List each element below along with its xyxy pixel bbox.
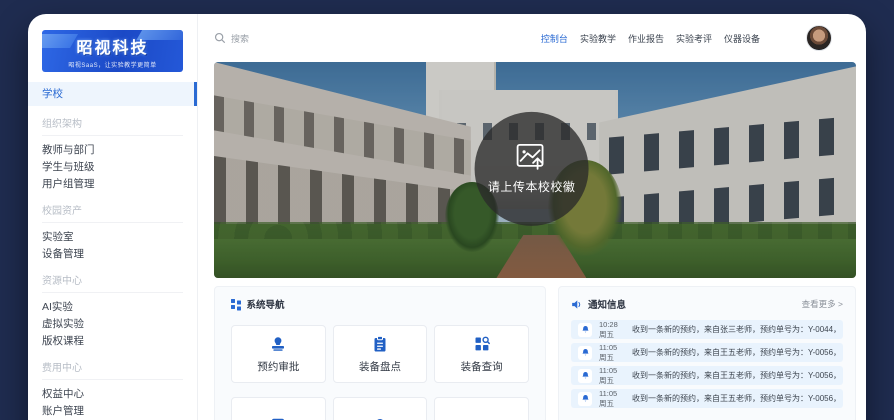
speaker-icon: [571, 299, 582, 310]
notification-time: 10:28 周五: [599, 320, 625, 339]
view-more-link[interactable]: 查看更多 >: [802, 298, 843, 310]
bell-icon: [581, 325, 590, 334]
notifications-panel: 通知信息 查看更多 > 10:28: [558, 286, 856, 420]
search-icon: [214, 32, 226, 44]
notification-text: 收到一条新的预约，来自王五老师，预约单号为：Y-0056，请尽快处理。: [632, 393, 836, 404]
main-area: 搜索 控制台 实验教学 作业报告 实验考评 仪器设备: [198, 14, 866, 420]
nav-card-label: 装备盘点: [359, 359, 401, 374]
tab-instruments[interactable]: 仪器设备: [724, 32, 760, 45]
notification-time: 11:05 周五: [599, 366, 625, 385]
notification-item[interactable]: 11:05 周五 收到一条新的预约，来自王五老师，预约单号为：Y-0056，请尽…: [571, 366, 843, 385]
clipboard-icon: [371, 335, 389, 353]
notification-item[interactable]: 11:05 周五 收到一条新的预约，来自王五老师，预约单号为：Y-0056，请尽…: [571, 389, 843, 408]
grid-icon: [231, 299, 241, 309]
bell-chip: [578, 369, 592, 383]
topbar: 搜索 控制台 实验教学 作业报告 实验考评 仪器设备: [198, 14, 866, 62]
sidebar-item-school[interactable]: 学校: [28, 82, 197, 106]
sidebar-item-teachers-departments[interactable]: 教师与部门: [42, 142, 183, 159]
upload-hint-text: 请上传本校校徽: [488, 178, 576, 195]
nav-card-label: 预约审批: [257, 359, 299, 374]
logo-text: 昭视科技: [76, 34, 148, 58]
search-placeholder: 搜索: [231, 32, 249, 45]
sidebar-item-account-management[interactable]: 账户管理: [42, 403, 183, 420]
bell-icon: [581, 394, 590, 403]
user-avatar[interactable]: [806, 25, 832, 51]
sidebar-item-rights-center[interactable]: 权益中心: [42, 386, 183, 403]
image-upload-icon: [516, 143, 548, 171]
top-nav-tabs: 控制台 实验教学 作业报告 实验考评 仪器设备: [541, 32, 760, 45]
sidebar-item-laboratory[interactable]: 实验室: [42, 229, 183, 246]
notifications-title: 通知信息: [588, 297, 626, 311]
nav-card-reservation-approval[interactable]: 预约审批: [231, 325, 326, 383]
notification-item[interactable]: 10:28 周五 收到一条新的预约，来自张三老师，预约单号为：Y-0044，请尽…: [571, 320, 843, 339]
nav-card-equipment-search[interactable]: 装备查询: [434, 325, 529, 383]
sidebar-section-resource-center: 资源中心: [42, 272, 183, 293]
lower-panels: 系统导航 预约审批: [214, 286, 856, 420]
sidebar-item-licensed-courses[interactable]: 版权课程: [42, 333, 183, 350]
tab-console[interactable]: 控制台: [541, 32, 568, 45]
tab-experiment-teaching[interactable]: 实验教学: [580, 32, 616, 45]
sidebar-section-campus-assets: 校园资产: [42, 202, 183, 223]
bell-chip: [578, 323, 592, 337]
search-input[interactable]: 搜索: [214, 32, 249, 45]
grid-search-icon: [473, 335, 491, 353]
sidebar-item-virtual-experiments[interactable]: 虚拟实验: [42, 316, 183, 333]
logo-banner[interactable]: 昭视科技 昭视SaaS，让实验教学更简单: [42, 30, 183, 72]
sidebar: 昭视科技 昭视SaaS，让实验教学更简单 学校 组织架构 教师与部门 学生与班级…: [28, 14, 198, 420]
sidebar-item-equipment-management[interactable]: 设备管理: [42, 246, 183, 263]
sidebar-item-user-groups[interactable]: 用户组管理: [42, 176, 183, 193]
notification-list: 10:28 周五 收到一条新的预约，来自张三老师，预约单号为：Y-0044，请尽…: [571, 320, 843, 408]
sidebar-item-students-classes[interactable]: 学生与班级: [42, 159, 183, 176]
stamp-icon: [269, 335, 287, 353]
tab-experiment-assessment[interactable]: 实验考评: [676, 32, 712, 45]
school-banner-photo: 请上传本校校徽: [214, 62, 856, 278]
upload-badge-button[interactable]: 请上传本校校徽: [475, 112, 589, 226]
nav-card-equipment-inventory[interactable]: 装备盘点: [333, 325, 428, 383]
notifications-header: 通知信息 查看更多 >: [571, 297, 843, 311]
nav-card-partial-3[interactable]: [434, 397, 529, 420]
notification-item[interactable]: 11:05 周五 收到一条新的预约，来自王五老师，预约单号为：Y-0056，请尽…: [571, 343, 843, 362]
notification-time: 11:05 周五: [599, 343, 625, 362]
notification-text: 收到一条新的预约，来自王五老师，预约单号为：Y-0056，请尽快处理。: [632, 370, 836, 381]
system-navigation-panel: 系统导航 预约审批: [214, 286, 546, 420]
tab-homework-reports[interactable]: 作业报告: [628, 32, 664, 45]
sidebar-section-organization: 组织架构: [42, 115, 183, 136]
notification-text: 收到一条新的预约，来自张三老师，预约单号为：Y-0044，请尽快处理。: [632, 324, 836, 335]
bell-chip: [578, 392, 592, 406]
logo-tagline: 昭视SaaS，让实验教学更简单: [68, 60, 156, 69]
app-window: 昭视科技 昭视SaaS，让实验教学更简单 学校 组织架构 教师与部门 学生与班级…: [28, 14, 866, 420]
notification-text: 收到一条新的预约，来自王五老师，预约单号为：Y-0056，请尽快处理。: [632, 347, 836, 358]
nav-card-partial-2[interactable]: [333, 397, 428, 420]
bell-icon: [581, 348, 590, 357]
sidebar-section-fee-center: 费用中心: [42, 359, 183, 380]
system-navigation-title: 系统导航: [247, 297, 285, 311]
bell-chip: [578, 346, 592, 360]
nav-card-partial-1[interactable]: [231, 397, 326, 420]
bell-icon: [581, 371, 590, 380]
nav-card-label: 装备查询: [461, 359, 503, 374]
system-navigation-header: 系统导航: [231, 297, 529, 311]
nav-cards-row-1: 预约审批 装备盘点: [231, 325, 529, 383]
sidebar-item-ai-experiments[interactable]: AI实验: [42, 299, 183, 316]
nav-cards-row-2: [231, 397, 529, 420]
notification-time: 11:05 周五: [599, 389, 625, 408]
content: 请上传本校校徽 系统导航: [198, 62, 866, 420]
